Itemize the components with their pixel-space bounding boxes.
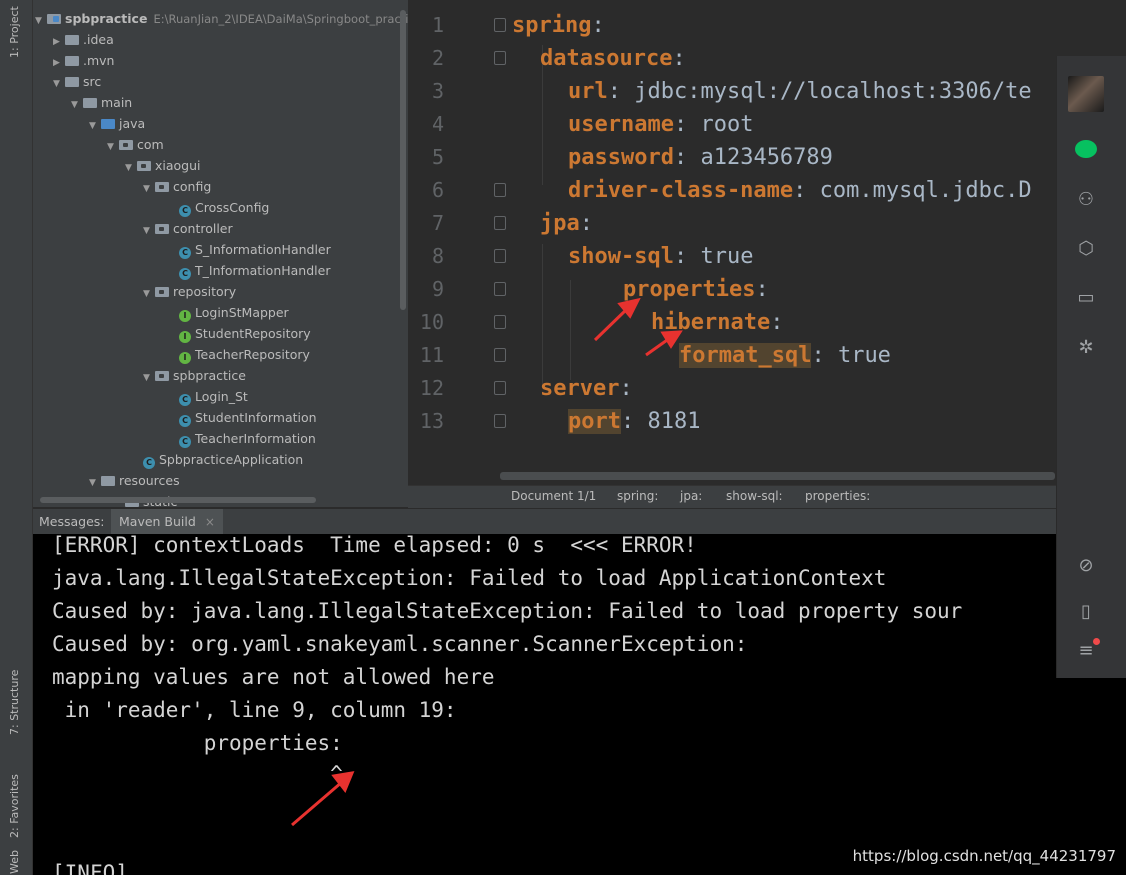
watermark: https://blog.csdn.net/qq_44231797 [852,847,1116,865]
annotation-arrows [291,297,683,827]
arrow-icon [291,771,355,827]
arrow-icon [593,297,641,342]
arrow-icon [645,330,683,357]
